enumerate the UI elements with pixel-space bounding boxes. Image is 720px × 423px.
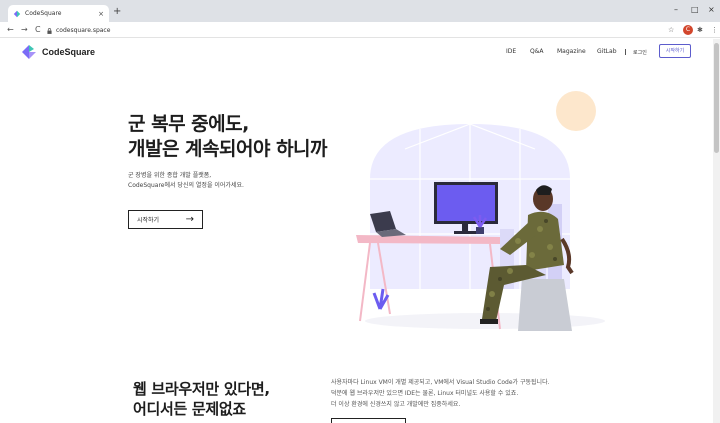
maximize-icon[interactable]: □ bbox=[691, 5, 699, 15]
back-icon[interactable]: ← bbox=[7, 25, 14, 35]
browser-tab-bar: CodeSquare × + – □ × bbox=[0, 0, 720, 22]
lock-icon bbox=[47, 27, 52, 34]
forward-icon[interactable]: → bbox=[21, 25, 28, 35]
scrollbar-thumb[interactable] bbox=[714, 43, 719, 153]
url-text: codesquare.space bbox=[56, 27, 111, 34]
minimize-icon[interactable]: – bbox=[674, 5, 678, 15]
developer-at-desk-illustration bbox=[356, 91, 605, 331]
feature-desc-line1: 사용자마다 Linux VM이 개별 제공되고, VM에서 Visual Stu… bbox=[331, 379, 550, 386]
tab-title: CodeSquare bbox=[25, 10, 62, 17]
hero-subtitle-line1: 군 장병을 위한 종합 개발 플랫폼, bbox=[128, 172, 212, 179]
new-tab-icon[interactable]: + bbox=[113, 7, 121, 17]
feature-button[interactable] bbox=[331, 418, 406, 423]
hero-title-line1: 군 복무 중에도, bbox=[128, 113, 249, 135]
window-close-icon[interactable]: × bbox=[708, 5, 715, 15]
hero-title-line2: 개발은 계속되어야 하니까 bbox=[128, 138, 328, 160]
hero-start-button[interactable]: 시작하기 → bbox=[128, 210, 203, 229]
codesquare-favicon-icon bbox=[13, 10, 21, 17]
extensions-icon[interactable]: ✱ bbox=[697, 25, 703, 35]
reload-icon[interactable]: C bbox=[35, 25, 41, 35]
browser-menu-icon[interactable]: ⋮ bbox=[711, 25, 718, 35]
hero-start-label: 시작하기 bbox=[137, 217, 160, 224]
feature-desc-line3: 더 이상 환경에 신경쓰지 않고 개발에만 집중하세요. bbox=[331, 401, 461, 408]
logo-text: CodeSquare bbox=[42, 47, 96, 57]
arrow-right-icon: → bbox=[185, 213, 194, 225]
browser-toolbar: ← → C codesquare.space ☆ ✱ ⋮ bbox=[0, 22, 720, 38]
address-bar[interactable]: codesquare.space bbox=[47, 25, 110, 36]
browser-tab[interactable]: CodeSquare × bbox=[8, 5, 109, 22]
nav-item-gitlab[interactable]: GitLab bbox=[597, 48, 617, 55]
hero-subtitle-line2: CodeSquare에서 당신의 열정을 이어가세요. bbox=[128, 182, 244, 189]
feature-title-line2: 어디서든 문제없죠 bbox=[133, 400, 246, 418]
nav-item-magazine[interactable]: Magazine bbox=[557, 48, 586, 55]
page-content: CodeSquare IDE Q&A Magazine GitLab 로그인 시… bbox=[0, 39, 713, 423]
nav-divider bbox=[625, 49, 626, 55]
nav-item-ide[interactable]: IDE bbox=[506, 48, 516, 55]
nav-item-qna[interactable]: Q&A bbox=[530, 48, 544, 55]
feature-desc-line2: 덕분에 웹 브라우저만 있으면 IDE는 물론, Linux 터미널도 사용할 … bbox=[331, 390, 519, 397]
login-link[interactable]: 로그인 bbox=[633, 49, 647, 56]
tab-close-icon[interactable]: × bbox=[98, 10, 104, 18]
page-scrollbar[interactable] bbox=[713, 39, 720, 423]
codesquare-logo-icon bbox=[22, 45, 36, 59]
signup-button[interactable]: 시작하기 bbox=[659, 44, 691, 58]
profile-avatar[interactable]: C bbox=[683, 25, 693, 35]
site-logo[interactable]: CodeSquare bbox=[22, 45, 95, 59]
bookmark-star-icon[interactable]: ☆ bbox=[668, 25, 674, 35]
feature-title-line1: 웹 브라우저만 있다면, bbox=[133, 380, 270, 398]
